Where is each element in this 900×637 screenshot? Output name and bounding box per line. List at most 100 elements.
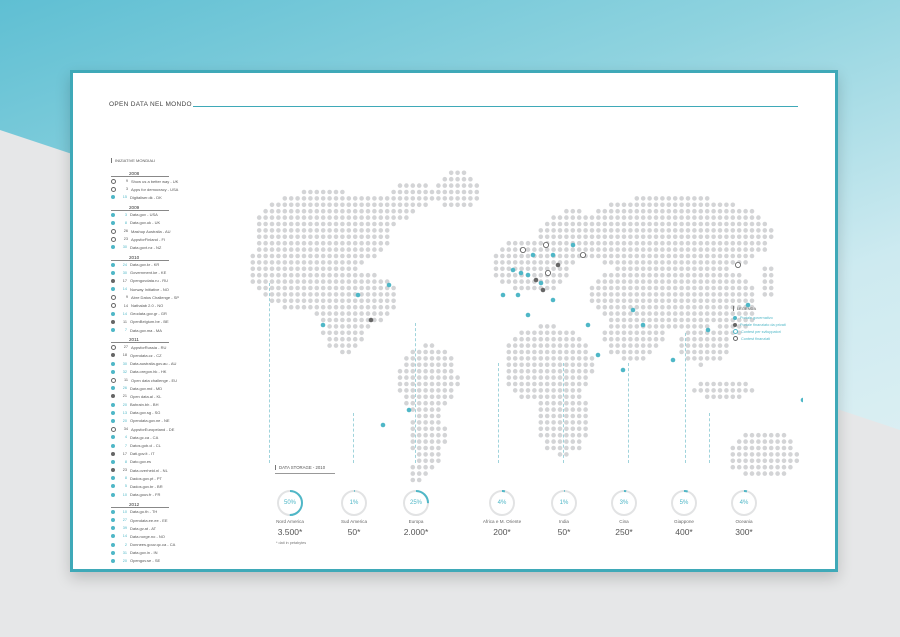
land-dot xyxy=(653,336,659,342)
land-dot xyxy=(743,247,748,252)
land-dot xyxy=(359,221,364,227)
land-dot xyxy=(717,394,723,400)
land-dot xyxy=(628,221,633,227)
land-dot xyxy=(544,432,550,438)
land-dot xyxy=(647,304,652,310)
land-dot xyxy=(333,317,339,323)
land-dot xyxy=(634,324,640,329)
land-dot xyxy=(679,279,684,284)
land-dot xyxy=(506,272,512,278)
land-dot xyxy=(276,208,281,214)
land-dot xyxy=(423,368,428,374)
land-dot xyxy=(391,285,396,291)
land-dot xyxy=(372,221,377,227)
land-dot xyxy=(378,311,384,316)
land-dot xyxy=(788,439,793,444)
contest-icon xyxy=(111,303,116,309)
land-dot xyxy=(711,285,716,291)
initiative-label: Data.oregon.hk - HK xyxy=(130,369,167,375)
initiative-marker xyxy=(533,277,539,283)
land-dot xyxy=(391,208,396,214)
land-dot xyxy=(544,362,550,368)
land-dot xyxy=(352,253,358,259)
land-dot xyxy=(711,279,716,284)
land-dot xyxy=(660,215,665,220)
land-dot xyxy=(442,439,448,444)
land-dot xyxy=(576,407,582,412)
initiative-number: 10 xyxy=(122,492,127,497)
land-dot xyxy=(615,228,620,233)
land-dot xyxy=(340,292,345,297)
land-dot xyxy=(314,292,320,297)
initiative-label: Digitaliser.dk - DK xyxy=(130,194,162,200)
initiative-number: 4 xyxy=(124,435,127,440)
land-dot xyxy=(564,221,569,227)
land-dot xyxy=(685,336,691,342)
land-dot xyxy=(538,247,544,252)
land-dot xyxy=(442,176,448,182)
land-dot xyxy=(711,317,716,323)
land-dot xyxy=(269,240,275,246)
storage-percent: 25% xyxy=(409,500,422,506)
land-dot xyxy=(551,228,556,233)
land-dot xyxy=(762,445,768,451)
land-dot xyxy=(660,240,665,246)
land-dot xyxy=(288,285,294,291)
land-dot xyxy=(359,240,364,246)
land-dot xyxy=(602,208,608,214)
land-dot xyxy=(679,285,684,291)
private-portal-icon xyxy=(111,468,115,473)
land-dot xyxy=(301,189,307,195)
land-dot xyxy=(512,336,518,342)
land-dot xyxy=(608,298,614,304)
land-dot xyxy=(717,208,723,214)
land-dot xyxy=(717,247,723,252)
land-dot xyxy=(327,189,332,195)
land-dot xyxy=(429,368,435,374)
land-dot xyxy=(679,298,684,304)
land-dot xyxy=(365,202,371,208)
land-dot xyxy=(672,221,678,227)
land-dot xyxy=(333,208,339,214)
initiative-label: Opendata.ee.ee - EE xyxy=(130,517,168,523)
land-dot xyxy=(301,208,307,214)
land-dot xyxy=(570,234,576,240)
land-dot xyxy=(685,349,691,355)
land-dot xyxy=(608,240,614,246)
initiative-label: Data.norge.no - NO xyxy=(130,533,165,539)
land-dot xyxy=(743,208,748,214)
land-dot xyxy=(544,400,550,406)
land-dot xyxy=(711,292,716,297)
land-dot xyxy=(404,368,409,374)
land-dot xyxy=(724,311,729,316)
land-dot xyxy=(525,336,531,342)
land-dot xyxy=(634,336,640,342)
land-dot xyxy=(564,400,569,406)
land-dot xyxy=(314,247,320,252)
land-dot xyxy=(551,368,556,374)
land-dot xyxy=(301,228,307,233)
land-dot xyxy=(602,272,608,278)
land-dot xyxy=(768,432,774,438)
initiative-number: 15 xyxy=(122,195,127,200)
land-dot xyxy=(333,196,339,201)
land-dot xyxy=(724,253,729,259)
land-dot xyxy=(442,432,448,438)
land-dot xyxy=(736,279,742,284)
land-dot xyxy=(768,234,774,240)
land-dot xyxy=(647,349,652,355)
land-dot xyxy=(423,458,428,464)
land-dot xyxy=(628,343,633,348)
land-dot xyxy=(621,260,627,265)
land-dot xyxy=(551,407,556,412)
land-dot xyxy=(672,215,678,220)
land-dot xyxy=(711,253,716,259)
land-dot xyxy=(781,439,787,444)
land-dot xyxy=(314,266,320,272)
land-dot xyxy=(698,234,704,240)
land-dot xyxy=(647,202,652,208)
land-dot xyxy=(615,247,620,252)
connector-india xyxy=(563,363,564,463)
land-dot xyxy=(564,260,569,265)
land-dot xyxy=(653,208,659,214)
